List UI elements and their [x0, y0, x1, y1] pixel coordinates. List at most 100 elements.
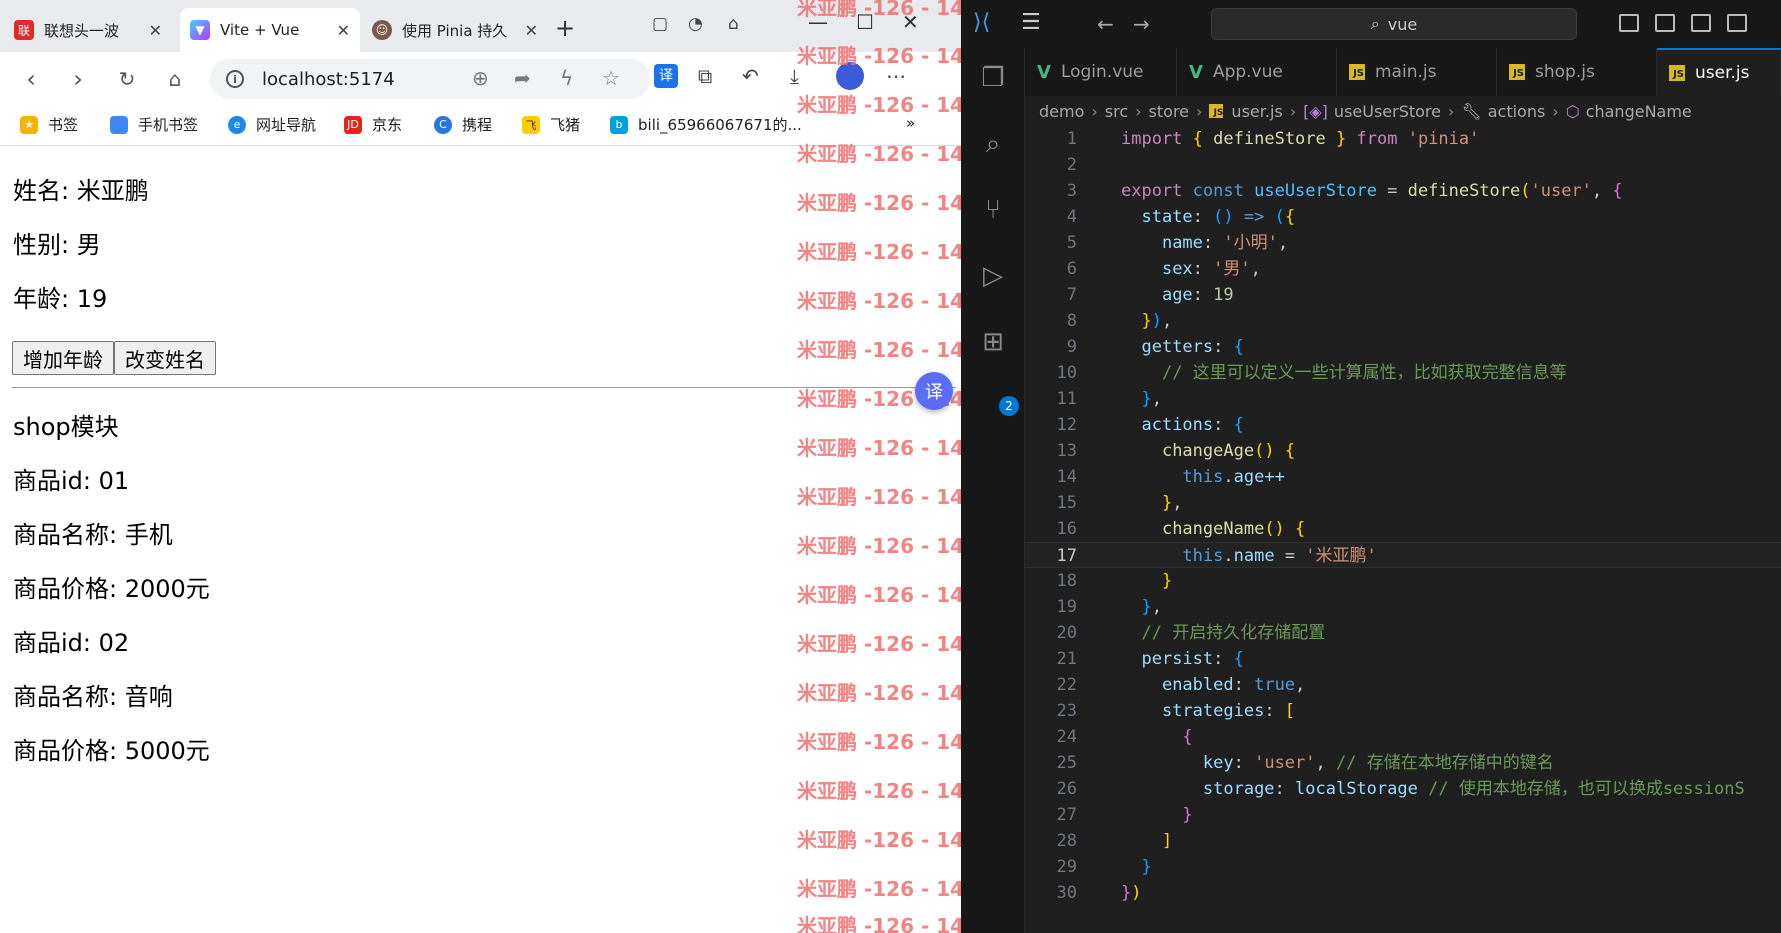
code-editor[interactable]: 1 import { defineStore } from 'pinia' 2 3…	[1025, 126, 1781, 933]
site-info-icon[interactable]: i	[226, 70, 244, 88]
run-debug-icon[interactable]: ▷	[975, 258, 1011, 294]
line-number: 21	[1056, 649, 1077, 669]
command-search[interactable]: ⌕ vue	[1211, 8, 1577, 40]
address-url[interactable]: localhost:5174	[262, 69, 395, 90]
browser-tab-pinia[interactable]: ☺ 使用 Pinia 持久 ✕	[362, 8, 548, 52]
tab-label: main.js	[1375, 62, 1437, 82]
tab-app-vue[interactable]: V App.vue	[1177, 48, 1337, 96]
close-tab-icon[interactable]: ✕	[525, 21, 538, 40]
code-text: this.age++	[1182, 467, 1285, 487]
add-age-button[interactable]: 增加年龄	[12, 341, 114, 375]
line-number: 15	[1056, 493, 1077, 513]
code-line: 4 state: () => ({	[1025, 204, 1781, 230]
chevron-right-icon: ›	[1196, 101, 1203, 121]
code-line: 28 ]	[1025, 828, 1781, 854]
tab-login-vue[interactable]: V Login.vue	[1025, 48, 1177, 96]
activity-bar: ❐ ⌕ ⑂ ▷ ⊞ 2	[961, 48, 1025, 933]
line-number: 19	[1056, 597, 1077, 617]
reload-icon[interactable]: ↻	[112, 64, 142, 94]
bookmarks-more[interactable]: »	[906, 114, 915, 132]
favorite-star-icon[interactable]: ☆	[602, 66, 620, 90]
breadcrumb-item[interactable]: store	[1149, 102, 1189, 121]
code-text: })	[1121, 883, 1142, 903]
extensions-badge: 2	[999, 396, 1019, 416]
bookmark-item[interactable]: b bili_65966067671的...	[610, 114, 802, 135]
toggle-secondary-sidebar-icon[interactable]	[1691, 14, 1711, 32]
forward-icon[interactable]: ›	[63, 64, 93, 94]
lightning-icon[interactable]: ϟ	[560, 66, 573, 90]
jd-icon: JD	[344, 115, 362, 134]
new-tab-icon[interactable]: +	[555, 14, 575, 42]
browser-tab-label: 使用 Pinia 持久	[402, 21, 508, 40]
close-tab-icon[interactable]: ✕	[337, 21, 350, 40]
browser-tab-label: Vite + Vue	[220, 21, 300, 39]
extensions-icon[interactable]: ⊞	[975, 324, 1011, 360]
maximize-icon[interactable]: ☐	[856, 10, 874, 34]
download-icon[interactable]: ⤓	[790, 64, 799, 88]
tab-shop-js[interactable]: JS shop.js	[1497, 48, 1657, 96]
profile-avatar[interactable]	[836, 62, 864, 90]
breadcrumb-item[interactable]: demo	[1039, 102, 1084, 121]
undo-icon[interactable]: ↶	[742, 64, 759, 88]
product-id-text: 商品id: 01	[13, 467, 130, 495]
address-bar[interactable]: i localhost:5174	[210, 59, 650, 99]
bookmark-item[interactable]: C 携程	[434, 114, 492, 135]
code-line: 2	[1025, 152, 1781, 178]
more-menu-icon[interactable]: ⋯	[886, 64, 906, 88]
search-icon[interactable]: ⌕	[975, 126, 1011, 162]
code-text: },	[1141, 389, 1162, 409]
code-text: persist: {	[1141, 649, 1244, 669]
browser-tab-vite-vue[interactable]: ▼ Vite + Vue ✕	[180, 8, 360, 52]
window-close-icon[interactable]: ✕	[902, 10, 919, 34]
product-name-text: 商品名称: 音响	[13, 683, 173, 711]
close-tab-icon[interactable]: ✕	[149, 21, 162, 40]
nav-forward-icon[interactable]: →	[1133, 12, 1150, 36]
code-text: key: 'user', // 存储在本地存储中的键名	[1202, 753, 1554, 773]
code-line: 20 // 开启持久化存储配置	[1025, 620, 1781, 646]
breadcrumb-item[interactable]: changeName	[1586, 102, 1692, 121]
code-line: 8 }),	[1025, 308, 1781, 334]
code-text: ]	[1161, 831, 1173, 851]
tab-count-icon[interactable]: ▢	[652, 14, 668, 34]
zoom-icon[interactable]: ⊕	[472, 66, 489, 90]
customize-layout-icon[interactable]	[1727, 14, 1747, 32]
extensions-icon[interactable]: ⧉	[698, 64, 712, 88]
bookmark-item[interactable]: 手机书签	[110, 114, 198, 135]
line-number: 8	[1066, 311, 1077, 331]
tab-main-js[interactable]: JS main.js	[1337, 48, 1497, 96]
floating-translate-button[interactable]: 译	[915, 372, 953, 410]
breadcrumb-item[interactable]: useUserStore	[1334, 102, 1441, 121]
code-text: export const useUserStore = defineStore(…	[1121, 181, 1623, 201]
change-name-button[interactable]: 改变姓名	[114, 341, 216, 375]
tab-label: user.js	[1695, 63, 1750, 83]
avatar-icon: ☺	[372, 20, 392, 40]
line-number: 20	[1056, 623, 1077, 643]
bookmark-item[interactable]: e 网址导航	[228, 114, 316, 135]
menu-icon[interactable]: ☰	[1021, 10, 1041, 35]
share-icon[interactable]: ➦	[514, 66, 531, 90]
back-icon[interactable]: ‹	[16, 64, 46, 94]
explorer-icon[interactable]: ❐	[975, 60, 1011, 96]
minimize-icon[interactable]: —	[808, 10, 828, 34]
source-control-icon[interactable]: ⑂	[975, 192, 1011, 228]
bookmark-item[interactable]: 飞飞猪	[522, 114, 580, 135]
tab-user-js[interactable]: JS user.js	[1657, 48, 1781, 96]
breadcrumb-item[interactable]: user.js	[1231, 102, 1282, 121]
incognito-icon[interactable]: ◔	[688, 14, 703, 34]
line-number: 10	[1056, 363, 1077, 383]
breadcrumb-item[interactable]: actions	[1488, 102, 1546, 121]
home-icon[interactable]: ⌂	[160, 64, 190, 94]
shirt-icon[interactable]: ⌂	[728, 14, 739, 34]
phone-icon	[110, 115, 128, 134]
bookmark-item[interactable]: ★ 书签	[20, 114, 78, 135]
toggle-sidebar-icon[interactable]	[1619, 14, 1639, 32]
editor-tabs: V Login.vue V App.vue JS main.js JS shop.js …	[1025, 48, 1781, 96]
chevron-right-icon: ›	[1135, 101, 1142, 121]
chevron-right-icon: ›	[1091, 101, 1098, 121]
bookmark-item[interactable]: JD 京东	[344, 114, 402, 135]
translate-extension-icon[interactable]: 译	[654, 64, 678, 88]
breadcrumb-item[interactable]: src	[1105, 102, 1128, 121]
nav-back-icon[interactable]: ←	[1097, 12, 1114, 36]
browser-tab-lenovo[interactable]: 联 联想头一波 ✕	[4, 8, 172, 52]
toggle-panel-icon[interactable]	[1655, 14, 1675, 32]
